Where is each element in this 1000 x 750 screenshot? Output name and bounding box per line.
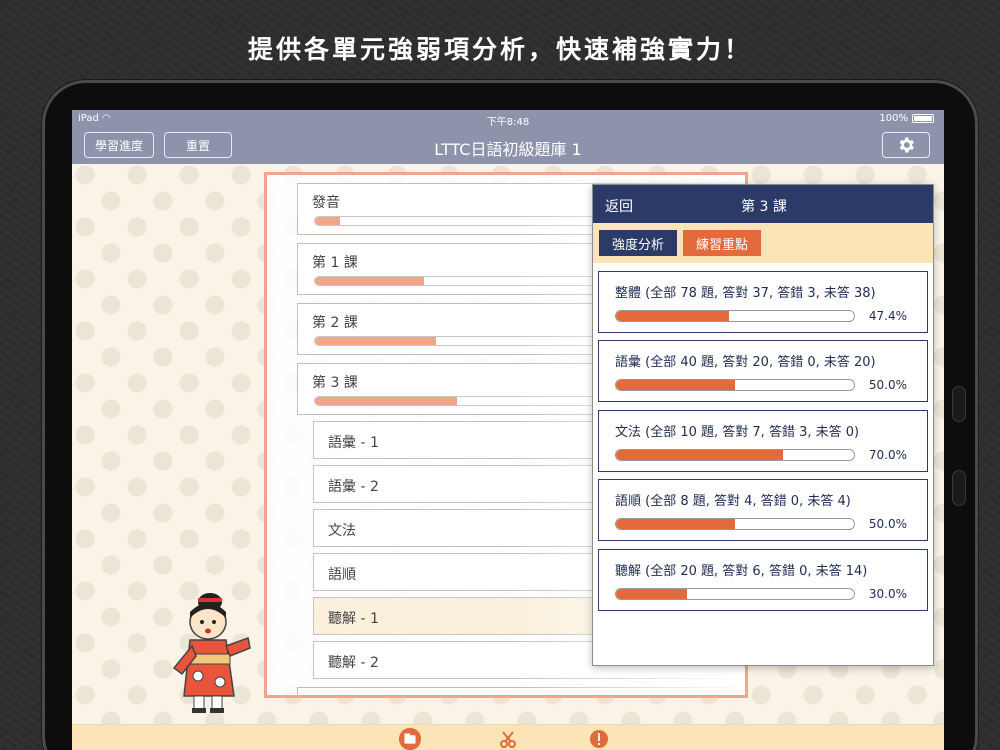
character-icon bbox=[172, 593, 251, 713]
stat-percent: 47.4% bbox=[868, 309, 907, 323]
stat-bar-fill bbox=[616, 311, 729, 321]
popover-header: 返回 第 3 課 bbox=[593, 185, 933, 223]
stat-card: 語彙 (全部 40 題, 答對 20, 答錯 0, 未答 20) 50.0% bbox=[598, 340, 928, 402]
stat-card: 整體 (全部 78 題, 答對 37, 答錯 3, 未答 38) 47.4% bbox=[598, 271, 928, 333]
tab-lessons[interactable] bbox=[398, 727, 422, 750]
analysis-popover: 返回 第 3 課 強度分析 練習重點 整體 (全部 78 題, 答對 37, 答… bbox=[592, 184, 934, 666]
volume-button bbox=[952, 386, 966, 422]
alert-icon bbox=[590, 730, 608, 748]
lesson-progress-fill bbox=[315, 277, 424, 285]
gear-icon bbox=[899, 137, 914, 153]
status-bar: iPad ◠ 下午8:48 100% bbox=[72, 110, 944, 128]
bottom-tab-bar bbox=[72, 724, 944, 750]
stat-label: 聽解 (全部 20 題, 答對 6, 答錯 0, 未答 14) bbox=[615, 564, 868, 579]
stat-label: 語彙 (全部 40 題, 答對 20, 答錯 0, 未答 20) bbox=[615, 355, 876, 370]
lesson-name: 第 3 課 bbox=[312, 375, 358, 391]
sub-item-label: 聽解 - 2 bbox=[328, 655, 379, 671]
sub-item-label: 語彙 - 2 bbox=[328, 479, 379, 495]
tab-alerts[interactable] bbox=[587, 727, 611, 750]
lesson-name: 發音 bbox=[312, 195, 340, 211]
stat-percent: 30.0% bbox=[868, 587, 907, 601]
app-screen: iPad ◠ 下午8:48 100% 學習進度 重置 LTTC日語初級題庫 1 … bbox=[72, 110, 944, 750]
stat-bar-fill bbox=[616, 589, 688, 599]
lesson-progress-fill bbox=[315, 397, 458, 405]
battery-status: 100% bbox=[879, 113, 934, 124]
sub-item-label: 語彙 - 1 bbox=[328, 435, 379, 451]
page-title: LTTC日語初級題庫 1 bbox=[434, 140, 582, 159]
stat-bar bbox=[615, 310, 855, 322]
sub-item-label: 文法 bbox=[328, 523, 356, 539]
stat-bar bbox=[615, 379, 855, 391]
stat-bar-fill bbox=[616, 519, 735, 529]
settings-button[interactable] bbox=[882, 132, 930, 158]
popover-tabs: 強度分析 練習重點 bbox=[593, 223, 933, 263]
stat-card: 文法 (全部 10 題, 答對 7, 答錯 3, 未答 0) 70.0% bbox=[598, 410, 928, 472]
battery-percent: 100% bbox=[879, 113, 908, 124]
lesson-name: 第 2 課 bbox=[312, 315, 358, 331]
kimono-character-illustration bbox=[168, 588, 258, 718]
scissors-icon bbox=[500, 731, 516, 748]
folder-icon bbox=[398, 727, 422, 750]
stat-bar bbox=[615, 449, 855, 461]
lesson-name: 第 1 課 bbox=[312, 255, 358, 271]
stat-bar bbox=[615, 588, 855, 600]
headline: 提供各單元強弱項分析，快速補強實力！ bbox=[247, 35, 752, 64]
stat-bar bbox=[615, 518, 855, 530]
stat-percent: 50.0% bbox=[868, 517, 907, 531]
nav-bar: 學習進度 重置 LTTC日語初級題庫 1 bbox=[72, 128, 944, 164]
sub-item-label: 語順 bbox=[328, 567, 356, 583]
tab-tools[interactable] bbox=[496, 727, 520, 750]
tab-analysis[interactable]: 強度分析 bbox=[599, 230, 677, 256]
popover-title: 第 3 課 bbox=[741, 199, 787, 215]
volume-button-2 bbox=[952, 470, 966, 506]
tab-practice[interactable]: 練習重點 bbox=[683, 230, 761, 256]
sub-item-label: 聽解 - 1 bbox=[328, 611, 379, 627]
lesson-progress-fill bbox=[315, 217, 341, 225]
stat-label: 整體 (全部 78 題, 答對 37, 答錯 3, 未答 38) bbox=[615, 286, 876, 301]
stat-card: 聽解 (全部 20 題, 答對 6, 答錯 0, 未答 14) 30.0% bbox=[598, 549, 928, 611]
stat-label: 文法 (全部 10 題, 答對 7, 答錯 3, 未答 0) bbox=[615, 425, 860, 440]
stat-card: 語順 (全部 8 題, 答對 4, 答錯 0, 未答 4) 50.0% bbox=[598, 479, 928, 541]
battery-icon bbox=[912, 114, 934, 123]
stat-percent: 50.0% bbox=[868, 378, 907, 392]
clock: 下午8:48 bbox=[486, 117, 530, 128]
stat-label: 語順 (全部 8 題, 答對 4, 答錯 0, 未答 4) bbox=[615, 494, 851, 509]
stat-percent: 70.0% bbox=[868, 448, 907, 462]
stat-bar-fill bbox=[616, 450, 783, 460]
stat-bar-fill bbox=[616, 380, 735, 390]
lesson-progress-fill bbox=[315, 337, 437, 345]
